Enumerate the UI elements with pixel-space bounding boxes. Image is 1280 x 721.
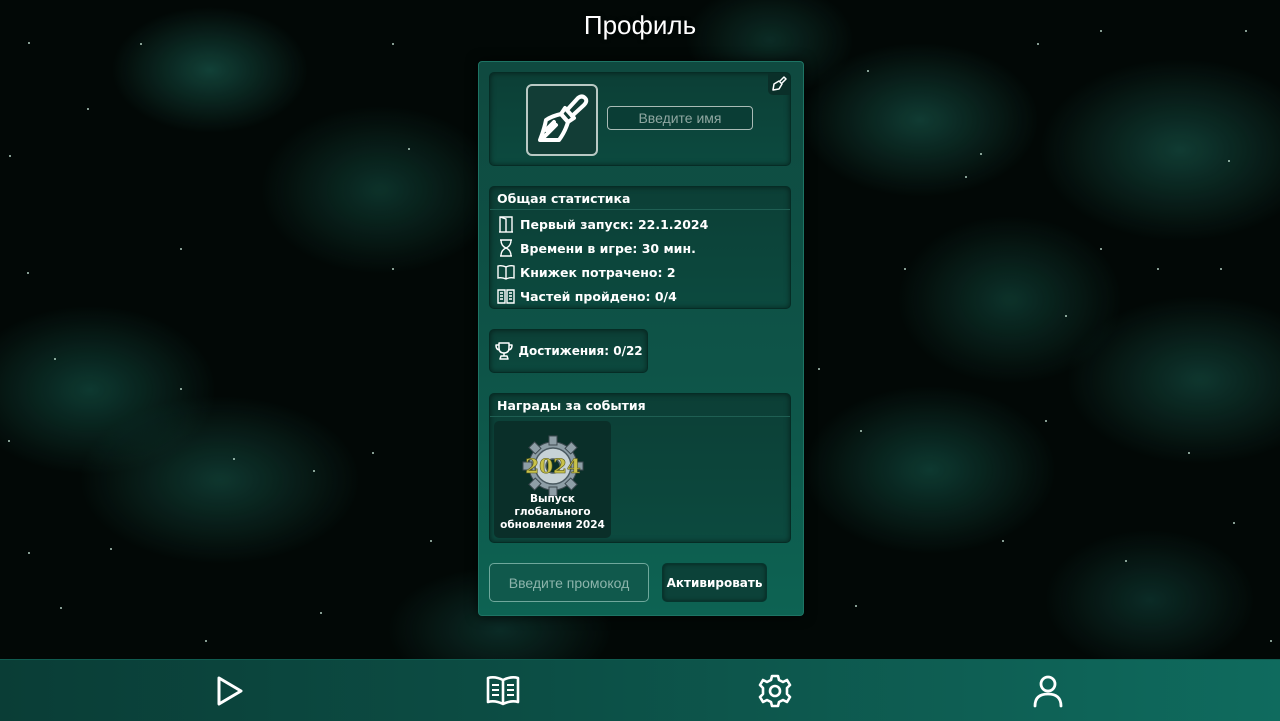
name-input[interactable] <box>607 106 753 130</box>
nav-settings-button[interactable] <box>755 672 795 710</box>
stats-title: Общая статистика <box>490 187 790 210</box>
avatar[interactable] <box>526 84 598 156</box>
gear-icon <box>758 674 792 708</box>
bottom-nav <box>0 659 1280 721</box>
open-book-icon <box>497 287 515 305</box>
book-icon <box>497 263 515 281</box>
door-icon <box>497 215 515 233</box>
stat-label: Времени в игре: 30 мин. <box>520 240 696 256</box>
stat-label: Частей пройдено: 0/4 <box>520 288 677 304</box>
book-icon <box>486 676 520 706</box>
stat-first-launch: Первый запуск: 22.1.2024 <box>490 212 790 236</box>
trophy-icon <box>494 341 514 361</box>
rewards-card: Награды за события 2024 Выпуск глобально… <box>489 393 791 543</box>
profile-panel: Общая статистика Первый запуск: 22.1.202… <box>478 61 804 616</box>
stat-label: Первый запуск: 22.1.2024 <box>520 216 709 232</box>
svg-text:2024: 2024 <box>525 454 581 478</box>
profile-card <box>489 72 791 166</box>
reward-item[interactable]: 2024 Выпуск глобального обновления 2024 <box>494 421 611 538</box>
stat-parts-completed: Частей пройдено: 0/4 <box>490 284 790 308</box>
brush-icon <box>538 94 589 142</box>
hourglass-icon <box>497 239 515 257</box>
promo-code-input[interactable] <box>489 563 649 602</box>
play-icon <box>217 676 243 706</box>
reward-title: Выпуск глобального обновления 2024 <box>500 493 605 531</box>
nav-play-button[interactable] <box>210 672 250 710</box>
gear-2024-badge: 2024 <box>522 435 584 497</box>
edit-avatar-button[interactable] <box>768 73 790 95</box>
stat-play-time: Времени в игре: 30 мин. <box>490 236 790 260</box>
nav-profile-button[interactable] <box>1028 672 1068 710</box>
nav-book-button[interactable] <box>483 672 523 710</box>
page-title: Профиль <box>583 10 697 40</box>
rewards-title: Награды за события <box>490 394 790 417</box>
stats-card: Общая статистика Первый запуск: 22.1.202… <box>489 186 791 309</box>
brush-edit-icon <box>772 76 787 91</box>
activate-button[interactable]: Активировать <box>662 563 767 602</box>
stat-label: Книжек потрачено: 2 <box>520 264 676 280</box>
achievements-button[interactable]: Достижения: 0/22 <box>489 329 648 373</box>
user-icon <box>1033 675 1063 708</box>
achievements-label: Достижения: 0/22 <box>518 344 643 358</box>
stat-books-spent: Книжек потрачено: 2 <box>490 260 790 284</box>
